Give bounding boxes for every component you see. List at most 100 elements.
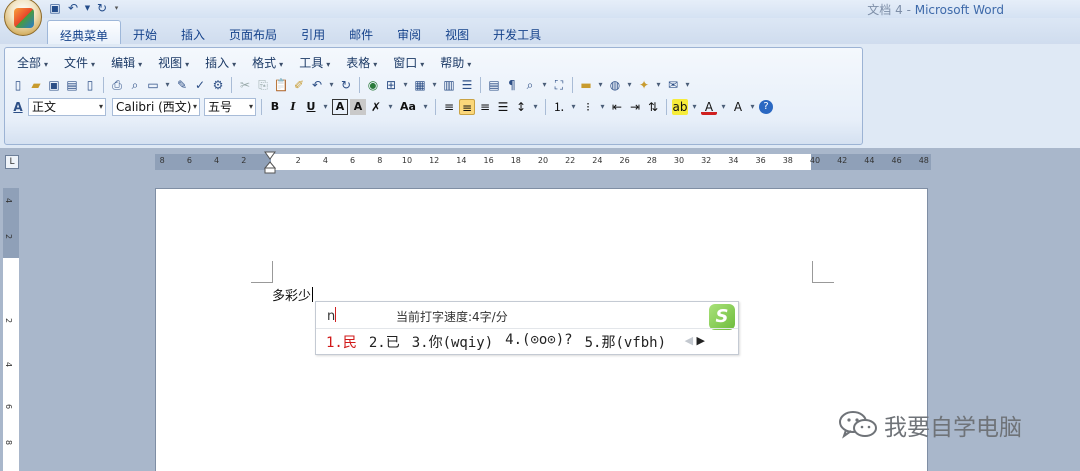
print-preview-icon[interactable]: ⌕ <box>127 77 143 93</box>
insert-table-icon[interactable]: ▦ <box>412 77 428 93</box>
italic-button[interactable]: I <box>285 99 301 115</box>
document-map-icon[interactable]: ▤ <box>486 77 502 93</box>
chevron-down-icon[interactable]: ▾ <box>430 77 439 93</box>
chevron-down-icon[interactable]: ▾ <box>625 77 634 93</box>
chevron-down-icon[interactable]: ▾ <box>401 77 410 93</box>
menu-window[interactable]: 窗口 ▾ <box>387 52 430 71</box>
help-icon[interactable]: ? <box>759 100 773 114</box>
decrease-indent-icon[interactable]: ⇤ <box>609 99 625 115</box>
wizard-icon[interactable]: ✦ <box>636 77 652 93</box>
indent-marker-icon[interactable] <box>264 150 276 174</box>
line-spacing-icon[interactable]: ↕ <box>513 99 529 115</box>
zoom-icon[interactable]: ⌕ <box>522 77 538 93</box>
document-body-text[interactable]: 多彩少 <box>272 285 314 304</box>
redo-icon[interactable]: ↻ <box>95 1 109 15</box>
sort-icon[interactable]: ⇅ <box>645 99 661 115</box>
char-shading-button[interactable]: A <box>350 99 366 115</box>
open-folder-icon[interactable]: ▰ <box>28 77 44 93</box>
tab-developer[interactable]: 开发工具 <box>481 20 553 45</box>
menu-all[interactable]: 全部 ▾ <box>11 52 54 71</box>
menu-insert[interactable]: 插入 ▾ <box>199 52 242 71</box>
chevron-down-icon[interactable]: ▾ <box>531 99 540 115</box>
justify-icon[interactable]: ☰ <box>495 99 511 115</box>
menu-help[interactable]: 帮助 ▾ <box>434 52 477 71</box>
drawing-icon[interactable]: ☰ <box>459 77 475 93</box>
style-select[interactable]: 正文 ▾ <box>28 98 106 116</box>
chevron-down-icon[interactable]: ▾ <box>421 99 430 115</box>
menu-view[interactable]: 视图 ▾ <box>152 52 195 71</box>
columns-icon[interactable]: ▥ <box>441 77 457 93</box>
envelope-icon[interactable]: ✉ <box>665 77 681 93</box>
change-case-button[interactable]: Aa <box>397 99 419 115</box>
menu-file[interactable]: 文件 ▾ <box>58 52 101 71</box>
menu-format[interactable]: 格式 ▾ <box>246 52 289 71</box>
styles-icon[interactable]: A <box>10 99 26 115</box>
new-document-icon[interactable]: ▯ <box>10 77 26 93</box>
customize-icon[interactable]: ▾ <box>113 2 120 15</box>
align-center-icon[interactable]: ≡ <box>459 99 475 115</box>
tab-review[interactable]: 审阅 <box>385 20 433 45</box>
chevron-down-icon[interactable]: ▾ <box>163 77 172 93</box>
read-mode-icon[interactable]: ▭ <box>145 77 161 93</box>
undo-icon[interactable]: ↶ <box>66 1 80 15</box>
spelling-icon[interactable]: ✓ <box>192 77 208 93</box>
show-marks-icon[interactable]: ¶ <box>504 77 520 93</box>
redo-icon[interactable]: ↻ <box>338 77 354 93</box>
tab-page-layout[interactable]: 页面布局 <box>217 20 289 45</box>
chevron-down-icon[interactable]: ▾ <box>386 99 395 115</box>
ime-candidate[interactable]: 3.你(wqiy) <box>412 332 493 352</box>
ime-candidate[interactable]: 4.(⊙o⊙)? <box>505 332 572 352</box>
tab-references[interactable]: 引用 <box>289 20 337 45</box>
ime-candidate[interactable]: 5.那(vfbh) <box>585 332 666 352</box>
sogou-logo-icon[interactable]: S <box>709 304 735 330</box>
menu-table[interactable]: 表格 ▾ <box>340 52 383 71</box>
align-left-icon[interactable]: ≡ <box>441 99 457 115</box>
highlight-icon[interactable]: ab <box>672 99 688 115</box>
format-painter-icon[interactable]: ✐ <box>291 77 307 93</box>
tab-view[interactable]: 视图 <box>433 20 481 45</box>
ime-prev-page-icon[interactable]: ◀ <box>685 334 693 347</box>
underline-button[interactable]: U <box>303 99 319 115</box>
chevron-down-icon[interactable]: ▾ <box>690 99 699 115</box>
cut-icon[interactable]: ✂ <box>237 77 253 93</box>
chevron-down-icon[interactable]: ▾ <box>719 99 728 115</box>
table-icon[interactable]: ⊞ <box>383 77 399 93</box>
text-effects-icon[interactable]: ✗ <box>368 99 384 115</box>
undo-dropdown-icon[interactable]: ▼ <box>84 2 91 15</box>
copy-icon[interactable]: ⎘ <box>255 77 271 93</box>
font-color-icon[interactable]: A <box>701 99 717 115</box>
bold-button[interactable]: B <box>267 99 283 115</box>
font-select[interactable]: Calibri (西文) ▾ <box>112 98 200 116</box>
chevron-down-icon[interactable]: ▾ <box>540 77 549 93</box>
chevron-down-icon[interactable]: ▾ <box>596 77 605 93</box>
chevron-down-icon[interactable]: ▾ <box>569 99 578 115</box>
ime-candidate[interactable]: 2.已 <box>369 332 400 352</box>
research-icon[interactable]: ✎ <box>174 77 190 93</box>
chevron-down-icon[interactable]: ▾ <box>654 77 663 93</box>
permission-icon[interactable]: ▤ <box>64 77 80 93</box>
chevron-down-icon[interactable]: ▾ <box>598 99 607 115</box>
folder-icon[interactable]: ▬ <box>578 77 594 93</box>
increase-indent-icon[interactable]: ⇥ <box>627 99 643 115</box>
chevron-down-icon[interactable]: ▾ <box>748 99 757 115</box>
chevron-down-icon[interactable]: ▾ <box>683 77 692 93</box>
undo-icon[interactable]: ↶ <box>309 77 325 93</box>
tab-selector[interactable]: L <box>5 155 19 169</box>
tab-home[interactable]: 开始 <box>121 20 169 45</box>
full-screen-icon[interactable]: ⛶ <box>551 77 567 93</box>
font-size-select[interactable]: 五号 ▾ <box>204 98 256 116</box>
save-icon[interactable]: ▣ <box>46 77 62 93</box>
hyperlink-icon[interactable]: ◉ <box>365 77 381 93</box>
print-icon[interactable]: ⎙ <box>109 77 125 93</box>
tab-classic-menu[interactable]: 经典菜单 <box>47 20 122 45</box>
menu-tools[interactable]: 工具 ▾ <box>293 52 336 71</box>
ime-next-page-icon[interactable]: ▶ <box>697 334 705 347</box>
translate-icon[interactable]: ⚙ <box>210 77 226 93</box>
tab-insert[interactable]: 插入 <box>169 20 217 45</box>
tab-mailings[interactable]: 邮件 <box>337 20 385 45</box>
bullets-icon[interactable]: ⁝ <box>580 99 596 115</box>
menu-edit[interactable]: 编辑 ▾ <box>105 52 148 71</box>
numbering-icon[interactable]: ⒈ <box>551 99 567 115</box>
text-style-icon[interactable]: A <box>730 99 746 115</box>
chevron-down-icon[interactable]: ▾ <box>327 77 336 93</box>
